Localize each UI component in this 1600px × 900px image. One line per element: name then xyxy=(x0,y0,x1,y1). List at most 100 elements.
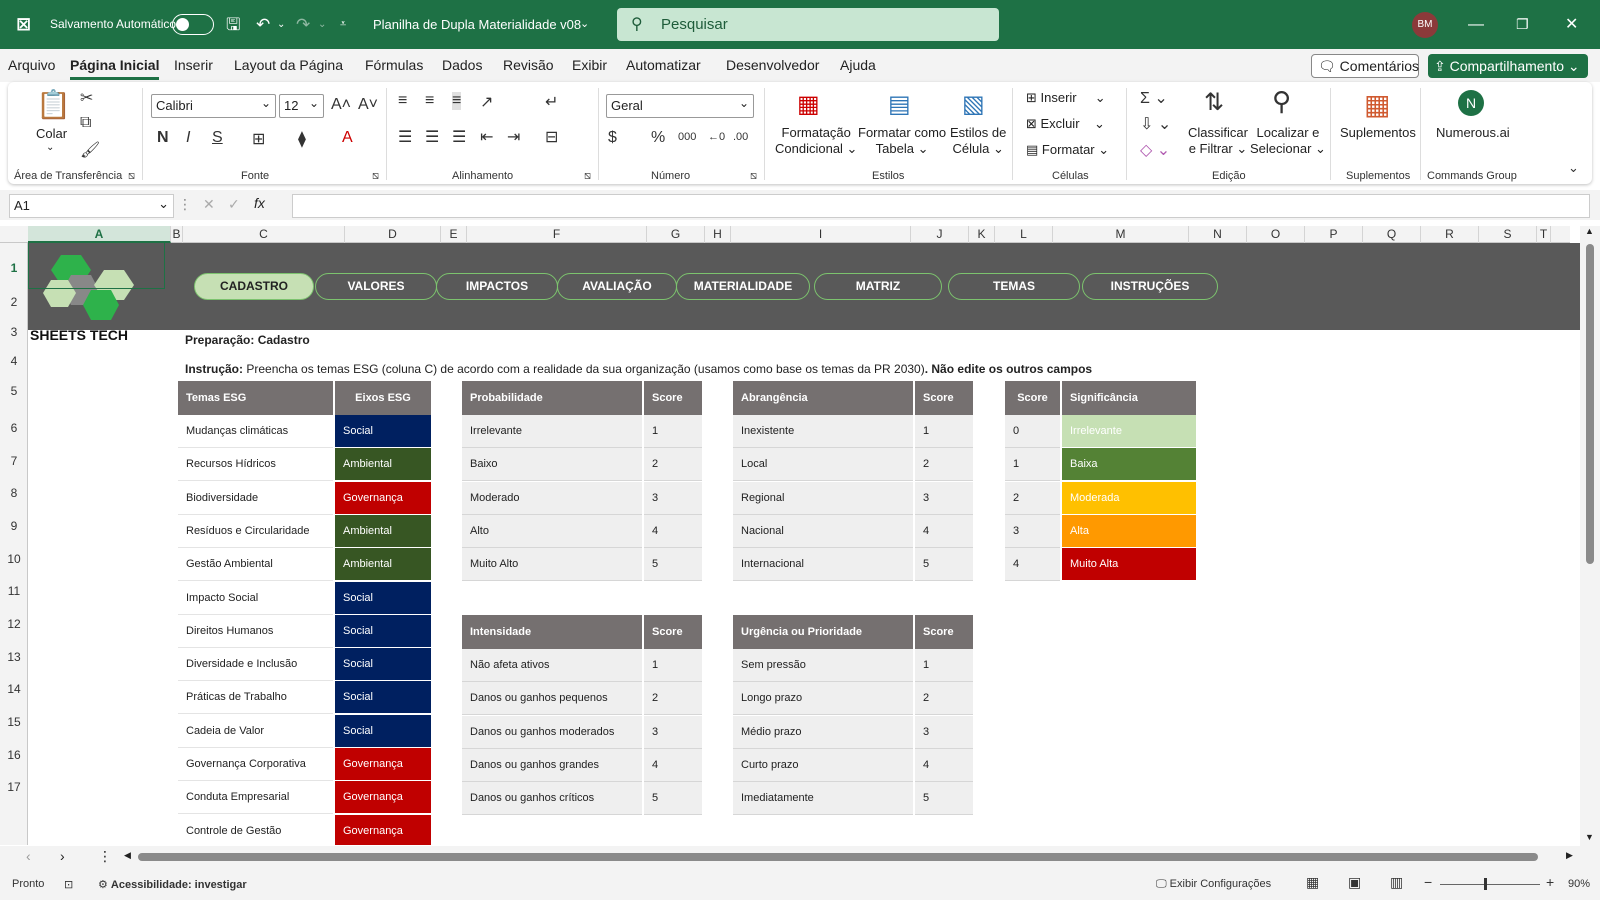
nav-matriz[interactable]: MATRIZ xyxy=(814,273,942,300)
axis-cell[interactable]: Social xyxy=(335,614,431,648)
page-break-icon[interactable]: ▥ xyxy=(1390,874,1403,891)
urgencia-score-cell[interactable]: 5 xyxy=(915,782,973,816)
number-format-select[interactable]: Geral xyxy=(606,92,754,118)
row-header-12[interactable]: 12 xyxy=(0,617,28,631)
decrease-indent-icon[interactable]: ⇤ xyxy=(480,127,493,147)
probabilidade-score-cell[interactable]: 2 xyxy=(644,448,702,482)
zoom-slider[interactable] xyxy=(1440,884,1540,885)
insert-function-button[interactable]: fx xyxy=(254,195,265,211)
page-layout-icon[interactable]: ▣ xyxy=(1348,874,1361,891)
intensidade-label-cell[interactable]: Danos ou ganhos grandes xyxy=(462,748,642,782)
tab-formulas[interactable]: Fórmulas xyxy=(365,57,423,73)
urgencia-score-cell[interactable]: 2 xyxy=(915,682,973,716)
increase-decimal-icon[interactable]: ←0 xyxy=(708,131,725,143)
intensidade-score-cell[interactable]: 4 xyxy=(644,748,702,782)
axis-cell[interactable]: Ambiental xyxy=(335,448,431,482)
abrangencia-score-cell[interactable]: 2 xyxy=(915,448,973,482)
alignment-launcher-icon[interactable]: ⧅ xyxy=(584,170,591,183)
orientation-icon[interactable]: ↗ xyxy=(480,92,493,112)
cancel-entry-icon[interactable]: ✕ xyxy=(203,196,215,213)
macro-record-icon[interactable]: ⊡ xyxy=(64,878,73,891)
abrangencia-label-cell[interactable]: Local xyxy=(733,448,913,482)
fill-color-icon[interactable]: ⧫ xyxy=(298,129,306,149)
intensidade-score-cell[interactable]: 5 xyxy=(644,782,702,816)
axis-cell[interactable]: Governança xyxy=(335,481,431,515)
probabilidade-score-cell[interactable]: 3 xyxy=(644,481,702,515)
theme-cell[interactable]: Práticas de Trabalho xyxy=(178,681,333,715)
theme-cell[interactable]: Biodiversidade xyxy=(178,482,333,515)
numerous-button[interactable]: Numerous.ai xyxy=(1436,125,1510,141)
axis-cell[interactable]: Social xyxy=(335,581,431,615)
shrink-font-icon[interactable]: A˅ xyxy=(358,96,378,114)
theme-cell[interactable]: Gestão Ambiental xyxy=(178,548,333,582)
probabilidade-score-cell[interactable]: 4 xyxy=(644,514,702,548)
scroll-right-icon[interactable]: ▶ xyxy=(1566,850,1573,861)
row-header-17[interactable]: 17 xyxy=(0,780,28,794)
tab-inserir[interactable]: Inserir xyxy=(174,57,213,73)
tab-revisao[interactable]: Revisão xyxy=(503,57,554,73)
signif-level-cell[interactable]: Alta xyxy=(1062,514,1196,548)
avatar[interactable]: BM xyxy=(1412,12,1438,38)
row-header-15[interactable]: 15 xyxy=(0,715,28,729)
tab-desenvolvedor[interactable]: Desenvolvedor xyxy=(726,57,819,73)
wrap-text-icon[interactable]: ↵ xyxy=(545,92,558,112)
align-center-icon[interactable]: ☰ xyxy=(425,127,439,147)
italic-button[interactable]: I xyxy=(186,129,190,147)
worksheet[interactable]: SHEETS TECH CADASTRO VALORES IMPACTOS AVALI… xyxy=(28,243,1580,845)
row-header-7[interactable]: 7 xyxy=(0,454,28,468)
signif-score-cell[interactable]: 0 xyxy=(1005,415,1060,448)
copy-icon[interactable]: ⧉ xyxy=(80,114,91,132)
axis-cell[interactable]: Social xyxy=(335,415,431,448)
align-middle-icon[interactable]: ≡ xyxy=(425,92,434,110)
abrangencia-score-cell[interactable]: 1 xyxy=(915,415,973,448)
abrangencia-score-cell[interactable]: 3 xyxy=(915,481,973,515)
align-top-icon[interactable]: ≡ xyxy=(398,92,407,110)
tab-ajuda[interactable]: Ajuda xyxy=(840,57,876,73)
row-header-13[interactable]: 13 xyxy=(0,650,28,664)
axis-cell[interactable]: Governança xyxy=(335,814,431,845)
autosum-icon[interactable]: Σ ⌄ xyxy=(1140,88,1168,108)
theme-cell[interactable]: Resíduos e Circularidade xyxy=(178,515,333,548)
prev-sheet-icon[interactable]: ‹ xyxy=(26,848,31,864)
next-sheet-icon[interactable]: › xyxy=(60,848,65,864)
tab-pagina-inicial[interactable]: Página Inicial xyxy=(70,57,160,80)
nav-valores[interactable]: VALORES xyxy=(315,273,437,300)
column-header-q[interactable]: Q xyxy=(1363,226,1421,243)
sheet-options-icon[interactable]: ⋮ xyxy=(98,848,112,865)
row-header-9[interactable]: 9 xyxy=(0,519,28,533)
clipboard-launcher-icon[interactable]: ⧅ xyxy=(128,170,135,183)
row-header-11[interactable]: 11 xyxy=(0,584,28,598)
scroll-left-icon[interactable]: ◀ xyxy=(124,850,131,861)
column-header-k[interactable]: K xyxy=(969,226,995,243)
probabilidade-label-cell[interactable]: Moderado xyxy=(462,481,642,515)
column-header-f[interactable]: F xyxy=(467,226,647,243)
save-icon[interactable]: 🖫 xyxy=(226,0,240,49)
share-button[interactable]: ⇪ Compartilhamento ⌄ xyxy=(1428,54,1588,78)
tab-dados[interactable]: Dados xyxy=(442,57,482,73)
fill-icon[interactable]: ⇩ ⌄ xyxy=(1140,114,1171,134)
intensidade-label-cell[interactable]: Danos ou ganhos pequenos xyxy=(462,682,642,716)
comments-button[interactable]: 🗨 Comentários xyxy=(1311,54,1419,78)
zoom-slider-thumb[interactable] xyxy=(1484,878,1487,890)
column-header-n[interactable]: N xyxy=(1189,226,1247,243)
column-header-p[interactable]: P xyxy=(1305,226,1363,243)
row-header-2[interactable]: 2 xyxy=(0,295,28,309)
probabilidade-score-cell[interactable]: 1 xyxy=(644,415,702,448)
font-launcher-icon[interactable]: ⧅ xyxy=(372,170,379,183)
increase-indent-icon[interactable]: ⇥ xyxy=(507,127,520,147)
column-header-c[interactable]: C xyxy=(183,226,345,243)
zoom-out-icon[interactable]: − xyxy=(1424,874,1432,890)
theme-cell[interactable]: Cadeia de Valor xyxy=(178,715,333,748)
sort-filter-button[interactable]: Classificar e Filtrar ⌄ xyxy=(1188,125,1248,157)
probabilidade-score-cell[interactable]: 5 xyxy=(644,548,702,582)
search-box[interactable]: ⚲ Pesquisar xyxy=(617,8,999,41)
autosave-toggle[interactable] xyxy=(172,14,214,35)
name-box-dropdown-icon[interactable]: ⌄ xyxy=(158,193,169,215)
cut-icon[interactable]: ✂ xyxy=(80,88,93,108)
nav-instrucoes[interactable]: INSTRUÇÕES xyxy=(1082,273,1218,300)
intensidade-score-cell[interactable]: 1 xyxy=(644,649,702,682)
column-header-g[interactable]: G xyxy=(647,226,705,243)
column-header-m[interactable]: M xyxy=(1053,226,1189,243)
column-header-e[interactable]: E xyxy=(441,226,467,243)
row-header-14[interactable]: 14 xyxy=(0,682,28,696)
